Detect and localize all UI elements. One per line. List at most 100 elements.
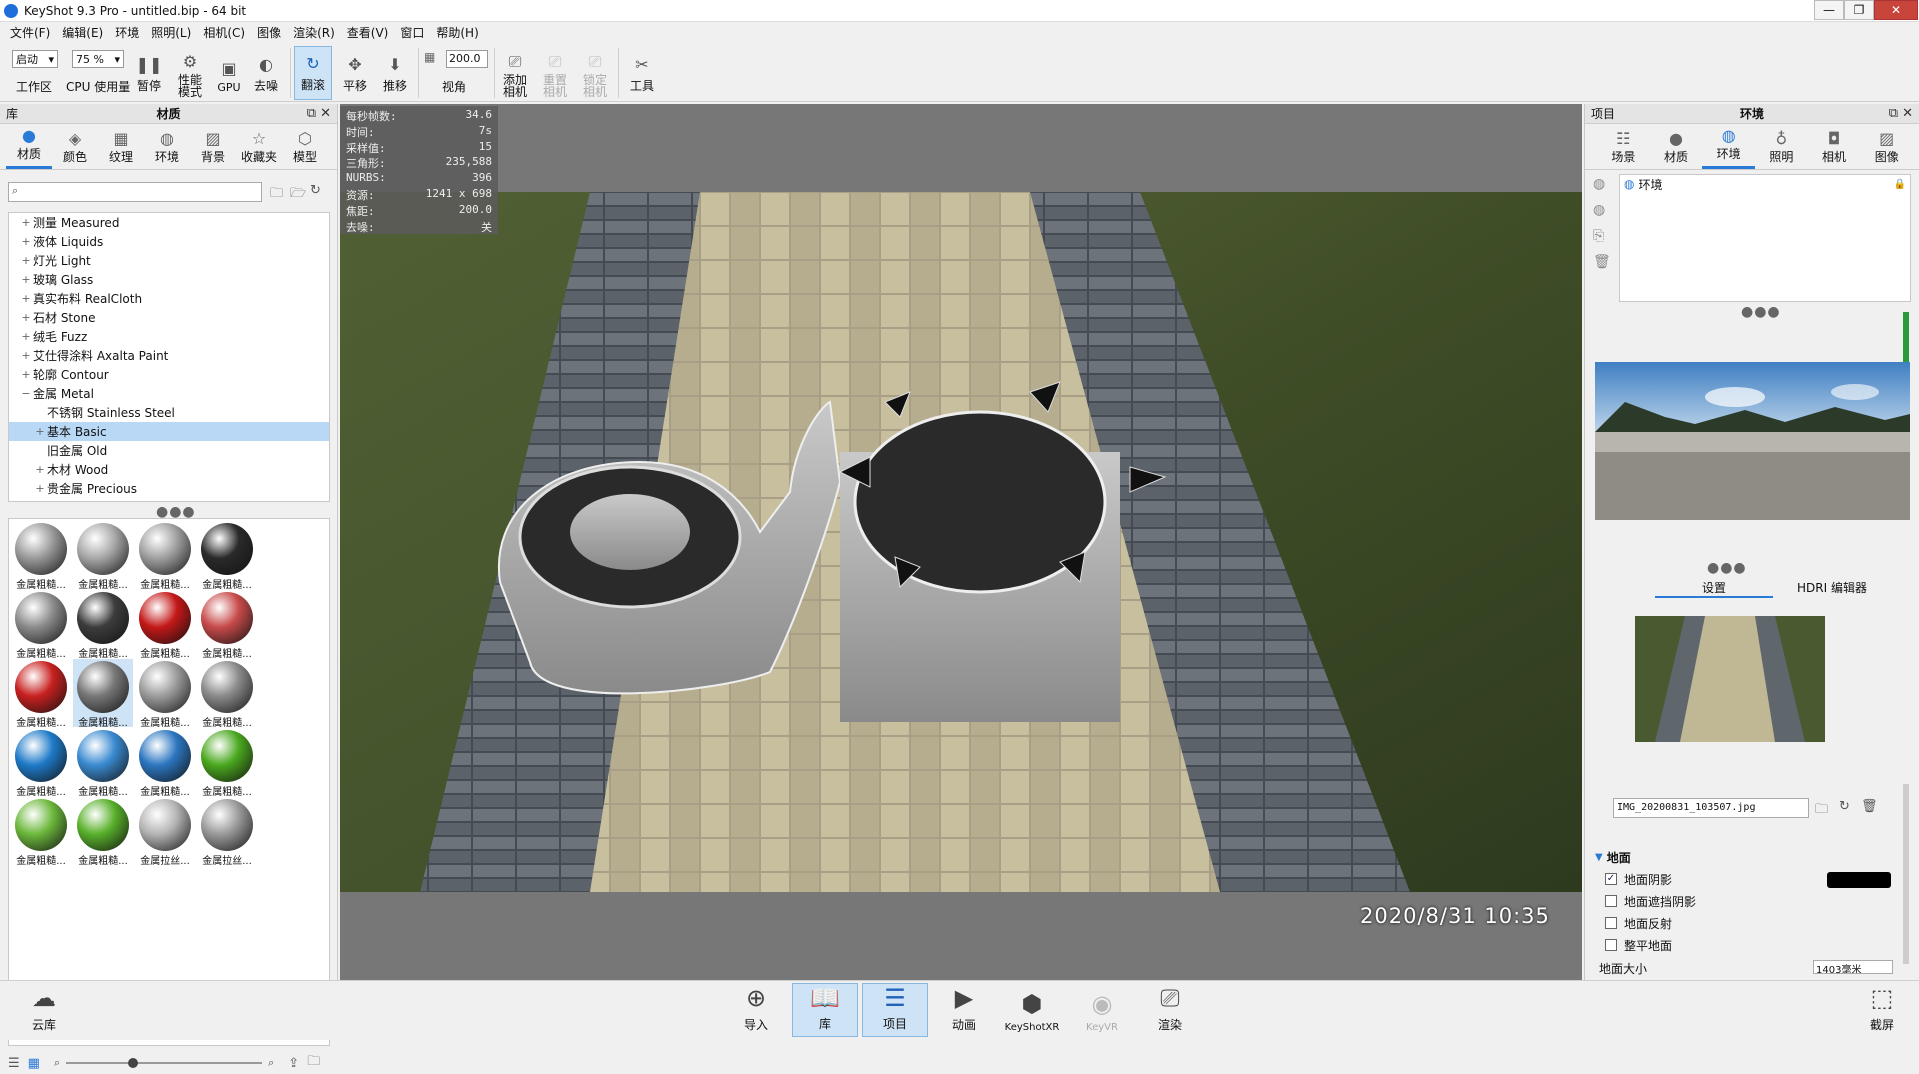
tree-item[interactable]: + 绒毛 Fuzz	[9, 327, 329, 346]
refresh-icon[interactable]: ↻	[310, 183, 321, 198]
expand-toggle-icon[interactable]: +	[19, 368, 33, 381]
tree-item[interactable]: + 液体 Liquids	[9, 232, 329, 251]
tab-colors[interactable]: ◈ 颜色	[52, 129, 98, 169]
expand-toggle-icon[interactable]: +	[19, 330, 33, 343]
material-thumbnail[interactable]: 金属粗糙...	[135, 728, 195, 798]
checkbox[interactable]: ✓	[1605, 873, 1617, 885]
keyvr-button[interactable]: ◉ KeyVR	[1080, 983, 1124, 1037]
refresh-icon[interactable]: ↻	[1839, 799, 1850, 814]
denoise-button[interactable]: ◐ 去噪	[250, 46, 282, 100]
close-window-button[interactable]: ✕	[1874, 0, 1918, 20]
menu-lighting[interactable]: 照明(L)	[145, 24, 197, 41]
expand-toggle-icon[interactable]: +	[33, 482, 47, 495]
tab-models[interactable]: ⬡ 模型	[282, 129, 328, 169]
shadow-color-swatch[interactable]	[1827, 872, 1891, 888]
add-camera-button[interactable]: ⎚ 添加 相机	[498, 46, 532, 100]
menu-render[interactable]: 渲染(R)	[287, 24, 341, 41]
tree-item[interactable]: + 轮廓 Contour	[9, 365, 329, 384]
workspace-select[interactable]: 启动 ▾	[12, 50, 58, 68]
menu-environment[interactable]: 环境	[109, 24, 145, 41]
tab-materials[interactable]: ● 材质	[6, 126, 52, 169]
ground-option-row[interactable]: ✓ 地面阴影	[1605, 870, 1672, 888]
expand-toggle-icon[interactable]: +	[19, 311, 33, 324]
field-of-view-input[interactable]: 200.0	[446, 50, 488, 68]
import-button[interactable]: ⊕ 导入	[738, 983, 774, 1037]
expand-toggle-icon[interactable]: +	[33, 425, 47, 438]
tree-item[interactable]: + 木材 Wood	[9, 460, 329, 479]
material-thumbnail[interactable]: 金属粗糙...	[73, 521, 133, 591]
splitter-handle[interactable]: ●●●	[1707, 560, 1747, 576]
menu-image[interactable]: 图像	[251, 24, 287, 41]
material-thumbnail[interactable]: 金属粗糙...	[197, 659, 257, 729]
animation-button[interactable]: ▶ 动画	[944, 983, 984, 1037]
tree-item[interactable]: + 灯光 Light	[9, 251, 329, 270]
maximize-button[interactable]: ❐	[1844, 0, 1874, 20]
checkbox[interactable]	[1605, 895, 1617, 907]
tree-item[interactable]: − 金属 Metal	[9, 384, 329, 403]
tree-item[interactable]: + 贵金属 Precious	[9, 479, 329, 498]
expand-toggle-icon[interactable]: +	[19, 349, 33, 362]
expand-toggle-icon[interactable]: −	[19, 387, 33, 400]
tab-environment[interactable]: ◍ 环境	[1702, 126, 1756, 169]
cpu-usage-select[interactable]: 75 % ▾	[72, 50, 124, 68]
tools-button[interactable]: ✂ 工具	[624, 46, 660, 100]
material-thumbnail[interactable]: 金属粗糙...	[135, 590, 195, 660]
reset-camera-button[interactable]: ⎚ 重置 相机	[538, 46, 572, 100]
menu-view[interactable]: 查看(V)	[341, 24, 395, 41]
thumbnail-size-slider[interactable]	[66, 1058, 263, 1068]
material-thumbnail[interactable]: 金属粗糙...	[11, 521, 71, 591]
hdri-preview[interactable]	[1595, 362, 1910, 520]
grid-view-icon[interactable]: ▦	[28, 1056, 40, 1071]
ground-option-row[interactable]: 地面反射	[1605, 914, 1672, 932]
panel-float-close-icon[interactable]: ⧉ ✕	[307, 106, 331, 121]
ground-section-header[interactable]: ▼ 地面	[1595, 848, 1910, 866]
keyshotxr-button[interactable]: ⬢ KeyShotXR	[1000, 983, 1064, 1037]
lock-icon[interactable]: 🔒	[1894, 179, 1906, 190]
menu-help[interactable]: 帮助(H)	[430, 24, 484, 41]
tab-environments[interactable]: ◍ 环境	[144, 129, 190, 169]
tree-item[interactable]: + 玻璃 Glass	[9, 270, 329, 289]
material-thumbnail[interactable]: 金属拉丝...	[197, 797, 257, 867]
slider-handle[interactable]	[128, 1058, 139, 1068]
material-thumbnail[interactable]: 金属粗糙...	[73, 659, 133, 729]
trash-icon[interactable]: 🗑	[1593, 254, 1611, 270]
folder-icon[interactable]: 🗀	[307, 1052, 320, 1074]
tab-favorites[interactable]: ☆ 收藏夹	[236, 129, 282, 169]
expand-toggle-icon[interactable]: +	[19, 254, 33, 267]
duplicate-environment-icon[interactable]: ◍	[1593, 202, 1605, 218]
performance-mode-button[interactable]: ⚙ 性能 模式	[172, 46, 208, 100]
ground-option-row[interactable]: 整平地面	[1605, 936, 1672, 954]
menu-file[interactable]: 文件(F)	[4, 24, 56, 41]
material-thumbnail[interactable]: 金属粗糙...	[73, 590, 133, 660]
folder-add-icon[interactable]: 🗁	[290, 184, 306, 206]
tab-material[interactable]: ● 材质	[1650, 129, 1703, 169]
lock-camera-button[interactable]: ⎚ 锁定 相机	[578, 46, 612, 100]
cloud-library-button[interactable]: ☁ 云库	[20, 983, 68, 1037]
tumble-button[interactable]: ↻ 翻滚	[294, 46, 332, 100]
background-file-input[interactable]: IMG_20200831_103507.jpg	[1613, 798, 1809, 818]
library-button[interactable]: 📖 库	[792, 983, 858, 1037]
expand-toggle-icon[interactable]: +	[19, 235, 33, 248]
folder-open-icon[interactable]: 🗀	[1815, 800, 1828, 822]
background-image-preview[interactable]	[1635, 616, 1825, 742]
subtab-hdri-editor[interactable]: HDRI 编辑器	[1773, 576, 1891, 598]
upload-icon[interactable]: ⇪	[288, 1056, 299, 1071]
material-thumbnail[interactable]: 金属粗糙...	[135, 659, 195, 729]
list-view-icon[interactable]: ☰	[8, 1056, 20, 1071]
trash-icon[interactable]: 🗑	[1861, 799, 1878, 814]
menu-camera[interactable]: 相机(C)	[197, 24, 251, 41]
tree-item[interactable]: + 石材 Stone	[9, 308, 329, 327]
render-scene[interactable]	[340, 192, 1582, 892]
menu-window[interactable]: 窗口	[394, 24, 430, 41]
checkbox[interactable]	[1605, 939, 1617, 951]
tree-item[interactable]: 旧金属 Old	[9, 441, 329, 460]
checkbox[interactable]	[1605, 917, 1617, 929]
render-button[interactable]: ⎚ 渲染	[1152, 983, 1188, 1037]
gpu-button[interactable]: ▣ GPU	[214, 46, 244, 100]
library-search-input[interactable]	[8, 182, 262, 202]
tab-backplates[interactable]: ▨ 背景	[190, 129, 236, 169]
menu-edit[interactable]: 编辑(E)	[56, 24, 109, 41]
ground-option-row[interactable]: 地面遮挡阴影	[1605, 892, 1696, 910]
tab-scene[interactable]: ☷ 场景	[1597, 129, 1650, 169]
tab-textures[interactable]: ▦ 纹理	[98, 129, 144, 169]
